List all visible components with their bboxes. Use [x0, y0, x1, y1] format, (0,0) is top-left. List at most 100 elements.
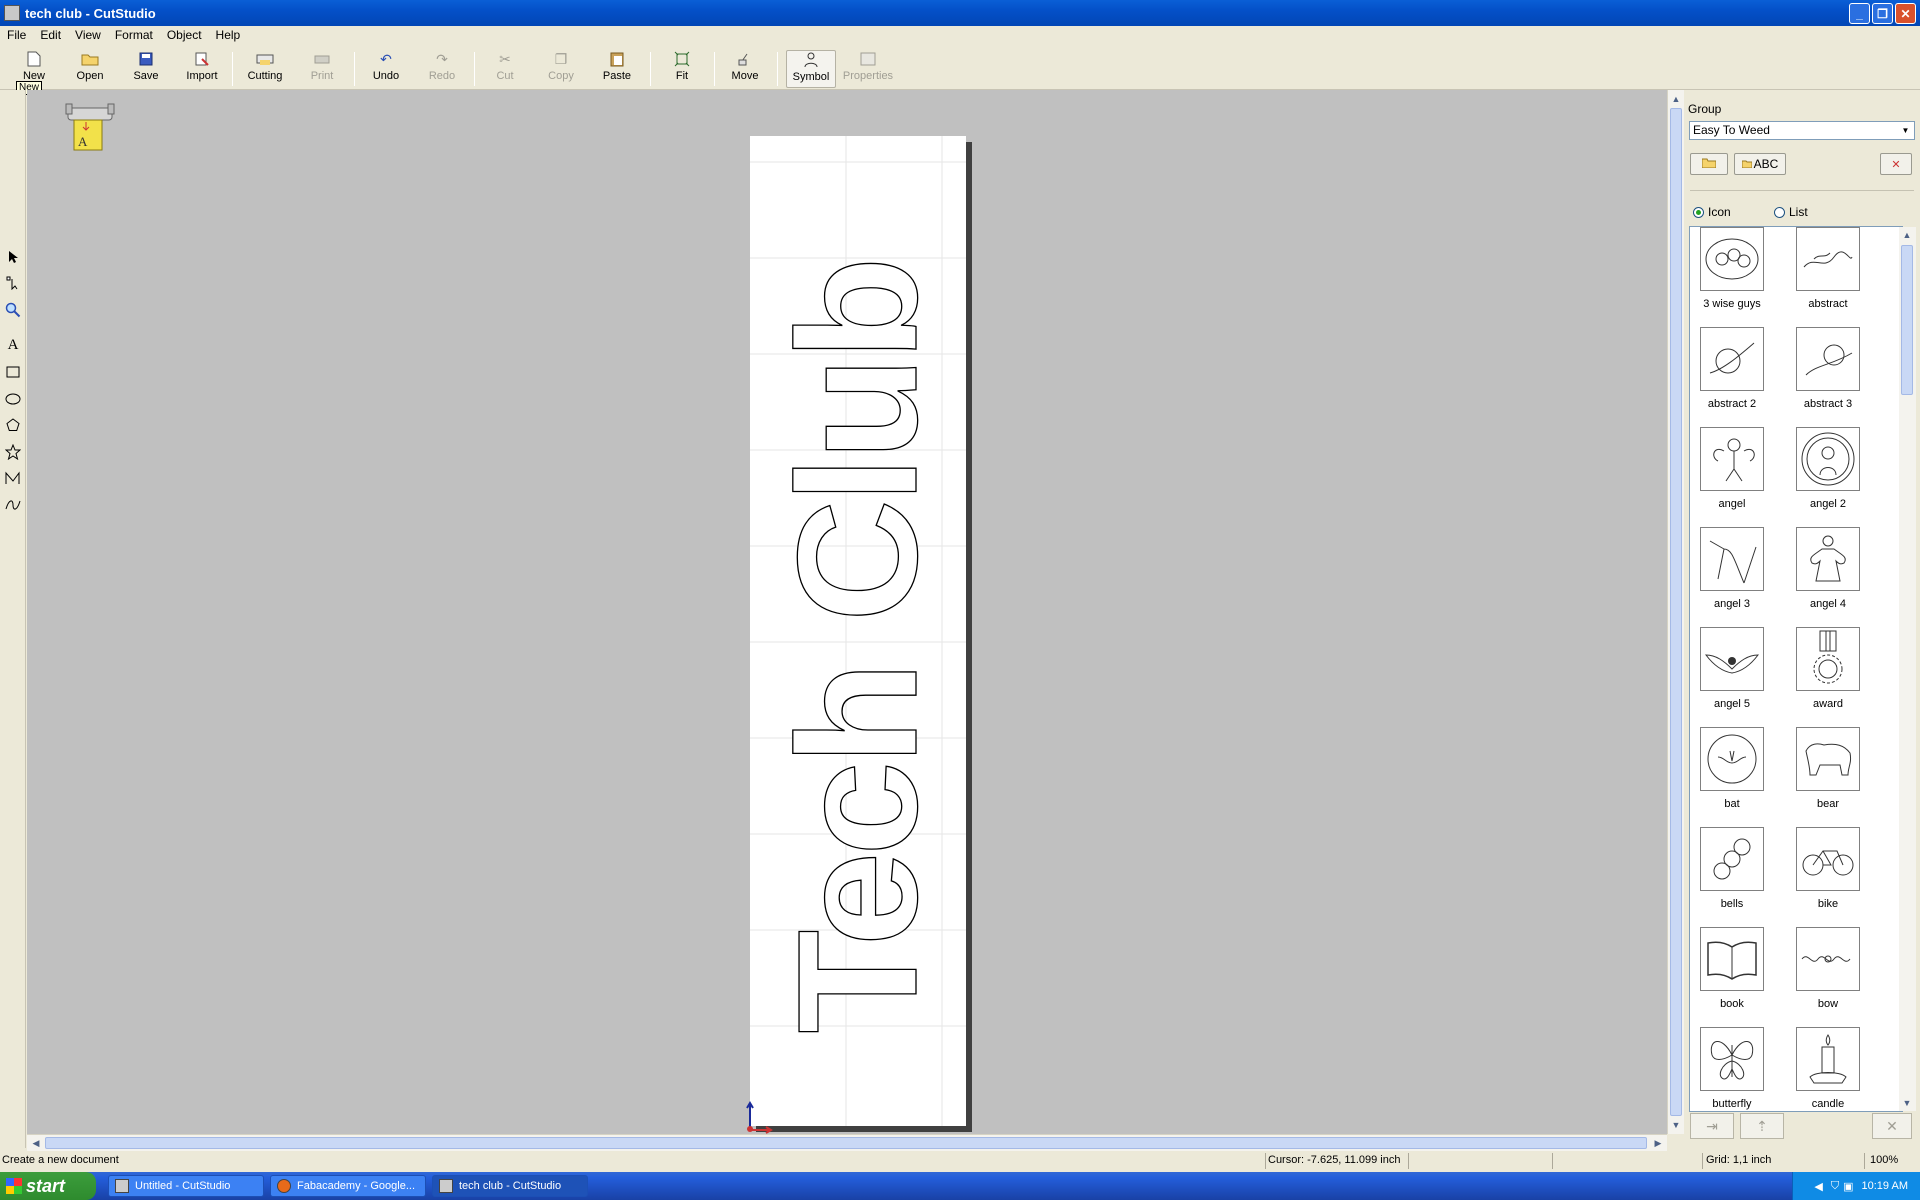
symbol-item[interactable]: bow — [1788, 927, 1868, 1027]
cutter-icon — [255, 50, 275, 68]
zoom-magnifier-icon[interactable] — [3, 300, 23, 320]
symbol-item[interactable]: angel — [1692, 427, 1772, 527]
cursor-position: Cursor: -7.625, 11.099 inch — [1268, 1154, 1401, 1166]
menu-file[interactable]: File — [0, 28, 33, 42]
text-object[interactable]: Tech Club — [762, 172, 953, 1122]
vertical-scrollbar[interactable]: ▲ ▼ — [1667, 90, 1684, 1134]
cutting-button[interactable]: Cutting — [241, 50, 289, 88]
group-select[interactable]: Easy To Weed ▼ — [1689, 121, 1915, 140]
scroll-right-icon[interactable]: ▶ — [1650, 1135, 1666, 1151]
scroll-left-icon[interactable]: ◀ — [28, 1135, 44, 1151]
task-tech-club-cutstudio[interactable]: tech club - CutStudio — [432, 1175, 588, 1197]
zoom-level: 100% — [1870, 1154, 1899, 1166]
security-shield-icon[interactable]: ⛉ — [1831, 1180, 1839, 1193]
view-icon-radio[interactable]: Icon — [1693, 205, 1731, 219]
start-button[interactable]: start — [0, 1172, 96, 1200]
gallery-scroll-down-icon[interactable]: ▼ — [1899, 1095, 1915, 1111]
polygon-tool-icon[interactable] — [3, 415, 23, 435]
app-icon[interactable] — [4, 5, 20, 21]
clock[interactable]: 10:19 AM — [1862, 1180, 1908, 1192]
redo-button[interactable]: ↷ Redo — [418, 50, 466, 88]
symbol-item[interactable]: candle — [1788, 1027, 1868, 1111]
cutting-label: Cutting — [247, 70, 283, 82]
undo-button[interactable]: ↶ Undo — [362, 50, 410, 88]
open-symbol-folder-button[interactable] — [1690, 153, 1728, 175]
bike-symbol-icon — [1796, 827, 1860, 891]
save-button[interactable]: Save — [122, 50, 170, 88]
symbol-item[interactable]: bear — [1788, 727, 1868, 827]
network-icon[interactable]: ▣ — [1843, 1180, 1853, 1193]
symbol-button[interactable]: Symbol — [786, 50, 836, 88]
symbol-item[interactable]: angel 2 — [1788, 427, 1868, 527]
document-page[interactable]: Tech Club — [746, 136, 966, 1134]
grid-size: Grid: 1,1 inch — [1706, 1154, 1772, 1166]
tray-expand-icon[interactable]: ◀ — [1814, 1180, 1822, 1193]
view-list-radio[interactable]: List — [1774, 205, 1808, 219]
menu-help[interactable]: Help — [209, 28, 248, 42]
fit-button[interactable]: Fit — [658, 50, 706, 88]
symbol-name: angel 5 — [1713, 698, 1751, 710]
minimize-button[interactable]: _ — [1849, 3, 1870, 24]
import-button[interactable]: Import — [178, 50, 226, 88]
copy-button[interactable]: ❐ Copy — [537, 50, 585, 88]
symbol-item[interactable]: abstract 2 — [1692, 327, 1772, 427]
curve-tool-icon[interactable] — [3, 495, 23, 515]
symbol-name: angel 2 — [1809, 498, 1847, 510]
add-symbol-button[interactable]: ⇥ — [1690, 1113, 1734, 1139]
cut-button[interactable]: ✂ Cut — [481, 50, 529, 88]
cut-label: Cut — [496, 70, 514, 82]
symbol-item[interactable]: award — [1788, 627, 1868, 727]
butterfly-symbol-icon — [1700, 1027, 1764, 1091]
restore-button[interactable]: ❐ — [1872, 3, 1893, 24]
horizontal-scrollbar[interactable]: ◀ ▶ — [27, 1134, 1667, 1151]
symbol-item[interactable]: butterfly — [1692, 1027, 1772, 1111]
symbol-item[interactable]: bells — [1692, 827, 1772, 927]
symbol-item[interactable]: 3 wise guys — [1692, 227, 1772, 327]
scroll-up-icon[interactable]: ▲ — [1668, 91, 1684, 107]
scroll-down-icon[interactable]: ▼ — [1668, 1117, 1684, 1133]
delete-group-button[interactable]: ✕ — [1880, 153, 1912, 175]
open-button[interactable]: Open — [66, 50, 114, 88]
menu-object[interactable]: Object — [160, 28, 209, 42]
symbol-item[interactable]: bat — [1692, 727, 1772, 827]
select-arrow-icon[interactable] — [3, 247, 23, 267]
symbol-item[interactable]: bike — [1788, 827, 1868, 927]
symbol-item[interactable]: angel 4 — [1788, 527, 1868, 627]
gallery-scrollbar[interactable]: ▲ ▼ — [1899, 227, 1916, 1111]
properties-label: Properties — [842, 70, 894, 82]
properties-button[interactable]: Properties — [840, 50, 896, 88]
menu-edit[interactable]: Edit — [33, 28, 68, 42]
angel-5-symbol-icon — [1700, 627, 1764, 691]
symbol-item[interactable]: abstract 3 — [1788, 327, 1868, 427]
node-edit-icon[interactable] — [3, 273, 23, 293]
close-button[interactable]: ✕ — [1895, 3, 1916, 24]
move-label: Move — [731, 70, 759, 82]
gallery-scroll-up-icon[interactable]: ▲ — [1899, 227, 1915, 243]
star-tool-icon[interactable] — [3, 442, 23, 462]
menu-view[interactable]: View — [68, 28, 108, 42]
import-icon — [192, 50, 212, 68]
symbol-name: abstract 3 — [1803, 398, 1853, 410]
abc-button[interactable]: ABC — [1734, 153, 1786, 175]
ellipse-tool-icon[interactable] — [3, 389, 23, 409]
menu-format[interactable]: Format — [108, 28, 160, 42]
polyline-tool-icon[interactable] — [3, 468, 23, 488]
symbol-item[interactable]: angel 3 — [1692, 527, 1772, 627]
symbol-name: angel 3 — [1713, 598, 1751, 610]
symbol-item[interactable]: abstract — [1788, 227, 1868, 327]
cutting-machine-icon[interactable]: A — [64, 100, 116, 154]
print-button[interactable]: Print — [298, 50, 346, 88]
horizontal-scroll-thumb[interactable] — [45, 1137, 1647, 1149]
symbol-item[interactable]: book — [1692, 927, 1772, 1027]
symbol-item[interactable]: angel 5 — [1692, 627, 1772, 727]
gallery-scroll-thumb[interactable] — [1901, 245, 1913, 395]
export-symbol-button[interactable]: ⇡ — [1740, 1113, 1784, 1139]
rectangle-tool-icon[interactable] — [3, 362, 23, 382]
task-untitled-cutstudio[interactable]: Untitled - CutStudio — [108, 1175, 264, 1197]
task-fabacademy-browser[interactable]: Fabacademy - Google... — [270, 1175, 426, 1197]
vertical-scroll-thumb[interactable] — [1670, 108, 1682, 1116]
delete-symbol-button[interactable]: ✕ — [1872, 1113, 1912, 1139]
move-button[interactable]: Move — [721, 50, 769, 88]
text-tool-icon[interactable]: A — [3, 335, 23, 355]
paste-button[interactable]: Paste — [593, 50, 641, 88]
